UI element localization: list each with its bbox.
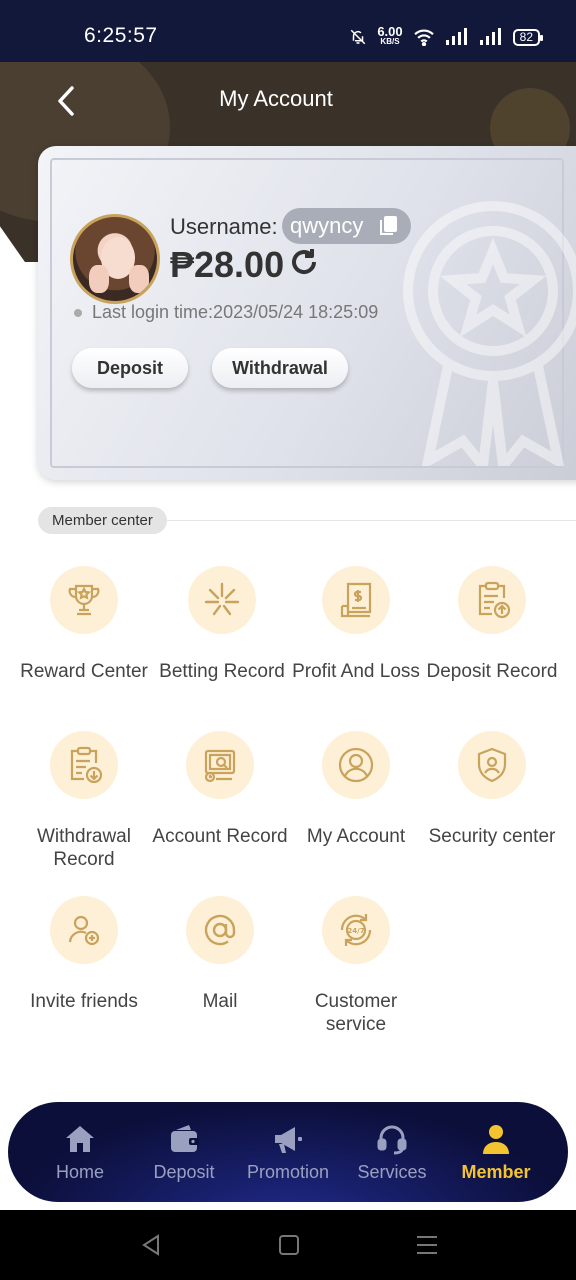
deposit-record-label: Deposit Record [426,661,558,682]
profit-and-loss-label: Profit And Loss [292,661,420,682]
nav-deposit-label: Deposit [153,1161,215,1182]
bottom-nav: Home Deposit Promotion Services Member [8,1102,568,1202]
username-label: Username: [170,214,278,239]
betting-record-label: Betting Record [159,661,285,682]
withdrawal-button[interactable]: Withdrawal [212,348,348,388]
user-plus-icon [68,915,100,946]
reward-center-label: Reward Center [20,661,148,682]
nav-home[interactable]: Home [30,1122,130,1183]
balance-amount: ₱28.00 [170,244,285,285]
signal-icon [445,28,467,45]
nav-member[interactable]: Member [446,1122,546,1183]
member-center-title: Member center [38,507,167,534]
deposit-button[interactable]: Deposit [72,348,188,388]
mute-bell-icon [351,29,366,45]
nav-deposit[interactable]: Deposit [134,1122,234,1183]
betting-record-item[interactable]: Betting Record [150,566,294,683]
username-value: qwyncy [282,208,412,244]
avatar-hand [129,265,149,293]
account-card: Username: qwyncy ₱28.00 Last login time:… [38,146,576,480]
mail-item[interactable]: Mail [148,896,292,1013]
deposit-record-item[interactable]: Deposit Record [420,566,564,683]
mail-label: Mail [202,991,238,1012]
security-center-item[interactable]: Security center [420,731,564,848]
my-account-icon-wrap [322,731,390,799]
status-icons: 6.00 KB/S 82 [349,24,544,50]
wallet-icon [171,1124,199,1152]
status-bar: 6:25:57 6.00 KB/S 82 [0,0,576,62]
stars-icon [204,582,240,616]
security-center-icon-wrap [458,731,526,799]
withdrawal-record-icon-wrap [50,731,118,799]
svg-text:24/7: 24/7 [347,927,364,935]
money-document-icon [340,582,372,618]
status-time: 6:25:57 [84,24,158,47]
nav-services[interactable]: Services [342,1122,442,1183]
system-nav-bar [0,1210,576,1280]
invite-friends-icon-wrap [50,896,118,964]
profit-and-loss-icon-wrap [322,566,390,634]
nav-promotion-label: Promotion [246,1161,330,1182]
network-speed-value: 6.00 [377,24,403,39]
refresh-icon[interactable] [288,246,320,278]
network-speed-unit: KB/S [380,37,400,46]
network-speed: 6.00 KB/S [377,24,403,47]
nav-member-label: Member [461,1161,531,1182]
trophy-icon [68,584,100,616]
nav-services-label: Services [357,1161,427,1182]
profit-and-loss-item[interactable]: Profit And Loss [284,566,428,683]
customer-service-item[interactable]: 24/7 Customer service [284,896,428,1036]
system-back-icon[interactable] [138,1232,164,1258]
security-center-label: Security center [428,826,556,847]
headset-icon [377,1125,407,1154]
page-title: My Account [219,86,333,111]
withdrawal-record-label: Withdrawal Record [37,826,131,870]
member-icon [483,1124,509,1154]
account-record-label: Account Record [152,826,288,847]
megaphone-icon [275,1126,302,1153]
clipboard-up-icon [478,581,511,619]
customer-service-icon-wrap: 24/7 [322,896,390,964]
battery-indicator: 82 [512,28,544,46]
nav-home-label: Home [55,1161,104,1182]
user-icon [338,747,374,783]
username-text: qwyncy [290,213,364,238]
signal-icon-2 [479,28,501,45]
shield-user-icon [477,747,507,783]
invite-friends-label: Invite friends [30,991,138,1012]
avatar-hand [89,265,109,293]
avatar [70,214,160,304]
last-login-time: Last login time:2023/05/24 18:25:09 [74,302,378,323]
my-account-item[interactable]: My Account [284,731,428,848]
clipboard-down-icon [70,746,103,784]
system-home-icon[interactable] [276,1232,302,1258]
mail-icon-wrap [186,896,254,964]
system-menu-icon[interactable] [414,1232,440,1258]
home-icon [66,1125,94,1152]
at-icon [204,914,236,946]
last-login-text: Last login time:2023/05/24 18:25:09 [92,302,379,322]
nav-promotion[interactable]: Promotion [238,1122,338,1183]
account-record-item[interactable]: Account Record [148,731,292,848]
customer-service-label: Customer service [314,991,398,1035]
reward-center-item[interactable]: Reward Center [12,566,156,683]
copy-icon[interactable] [377,215,399,237]
24-7-icon: 24/7 [340,914,372,946]
award-badge-icon [403,201,576,466]
deposit-record-icon-wrap [458,566,526,634]
bullet-dot [74,308,82,317]
withdrawal-record-item[interactable]: Withdrawal Record [12,731,156,871]
wifi-icon [413,29,434,46]
betting-record-icon-wrap [188,566,256,634]
reward-center-icon-wrap [50,566,118,634]
section-divider [160,520,576,521]
monitor-search-icon [204,749,236,783]
invite-friends-item[interactable]: Invite friends [12,896,156,1013]
account-record-icon-wrap [186,731,254,799]
my-account-label: My Account [306,826,406,847]
